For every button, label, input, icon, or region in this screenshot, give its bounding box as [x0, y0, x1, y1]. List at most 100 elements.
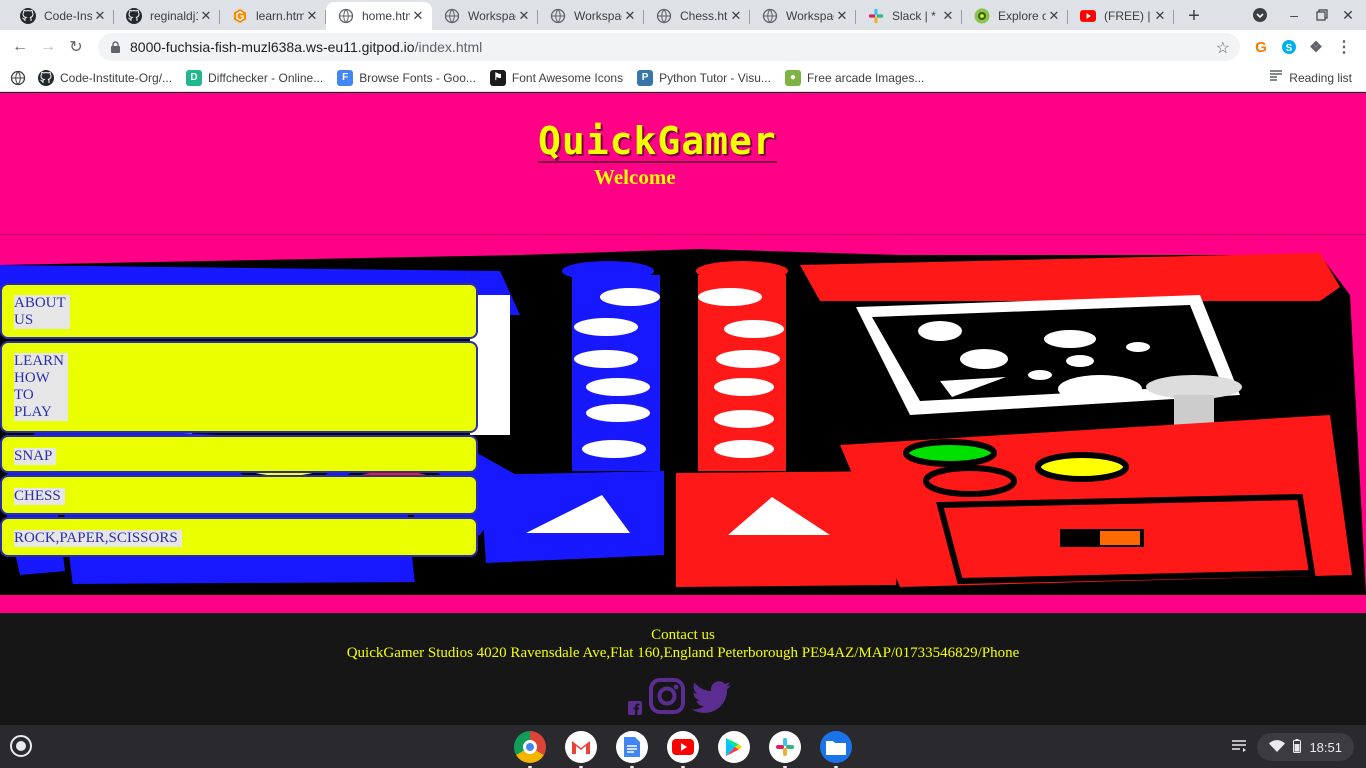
address-bar[interactable]: 8000-fuchsia-fish-muzl638a.ws-eu11.gitpo…	[98, 33, 1240, 61]
skype-extension-icon[interactable]: S	[1279, 37, 1299, 57]
back-icon[interactable]: ←	[6, 33, 34, 61]
launcher-icon[interactable]	[10, 735, 32, 757]
facebook-icon[interactable]	[628, 701, 642, 720]
chrome-icon[interactable]	[514, 731, 546, 768]
browser-tab[interactable]: Workspac ✕	[750, 2, 856, 30]
slack-icon	[868, 8, 884, 24]
nav-item[interactable]: CHESS	[0, 475, 478, 515]
tab-title: Workspac	[574, 9, 622, 23]
tab-close-icon[interactable]: ✕	[940, 8, 956, 24]
new-tab-button[interactable]: +	[1180, 2, 1208, 30]
tab-close-icon[interactable]: ✕	[728, 8, 744, 24]
bookmark-item[interactable]: P Python Tutor - Visu...	[637, 69, 771, 86]
url-path: /index.html	[414, 39, 483, 55]
nav-item[interactable]: SNAP	[0, 435, 478, 473]
phone-hub-icon[interactable]	[1231, 739, 1247, 756]
browser-tab[interactable]: (FREE) | *F✕	[1068, 2, 1174, 30]
nav-item[interactable]: ROCK,PAPER,SCISSORS	[0, 517, 478, 557]
nav-label: SNAP	[14, 448, 57, 465]
tab-close-icon[interactable]: ✕	[516, 8, 532, 24]
browser-tab[interactable]: reginaldj1 ✕	[114, 2, 220, 30]
nav-label-line: ROCK,PAPER,SCISSORS	[14, 530, 178, 547]
arcade-hero-image: ABOUT US LEARN HOW TO PLAY SNAP CHESS ROCK,PAPER…	[0, 235, 1366, 597]
restore-icon[interactable]	[1312, 4, 1332, 26]
slack-icon[interactable]	[769, 731, 801, 768]
bookmark-star-icon[interactable]: ☆	[1216, 38, 1230, 58]
globe-icon	[338, 8, 354, 24]
browser-tab[interactable]: Chess.htm✕	[644, 2, 750, 30]
tab-close-icon[interactable]: ✕	[198, 8, 214, 24]
tab-close-icon[interactable]: ✕	[304, 8, 320, 24]
browser-tab[interactable]: home.htm✕	[326, 2, 432, 30]
more-menu-icon[interactable]: ⋮	[1334, 37, 1354, 57]
battery-icon	[1293, 738, 1302, 756]
instagram-icon[interactable]	[648, 677, 686, 720]
tab-strip: Code-Insti✕reginaldj1✕learn.html✕home.ht…	[0, 0, 1366, 30]
minimize-icon[interactable]: –	[1284, 4, 1304, 26]
tab-close-icon[interactable]: ✕	[1152, 8, 1168, 24]
tab-close-icon[interactable]: ✕	[92, 8, 108, 24]
nav-item[interactable]: ABOUT US	[0, 283, 478, 339]
contact-title: Contact us	[651, 627, 715, 643]
forward-icon[interactable]: →	[34, 33, 62, 61]
bookmark-item[interactable]: D Diffchecker - Online...	[186, 69, 324, 86]
bookmarks-bar: Code-Institute-Org/... D Diffchecker - Onl…	[0, 64, 1366, 92]
site-footer: Contact us QuickGamer Studios 4020 Raven…	[0, 613, 1366, 725]
bookmark-list: Code-Institute-Org/... D Diffchecker - Onl…	[38, 69, 938, 86]
files-icon[interactable]	[820, 731, 852, 768]
youtube-icon[interactable]	[667, 731, 699, 768]
tab-close-icon[interactable]: ✕	[622, 8, 638, 24]
tab-search-icon[interactable]	[1250, 4, 1270, 26]
bookmark-item[interactable]: ⚑ Font Awesome Icons	[489, 69, 623, 86]
quick-settings[interactable]: 18:51	[1257, 733, 1354, 761]
docs-icon[interactable]	[616, 731, 648, 768]
nav-item[interactable]: LEARN HOW TO PLAY	[0, 341, 478, 433]
globe-icon	[656, 8, 672, 24]
reload-icon[interactable]: ↻	[62, 33, 90, 61]
main-navigation: ABOUT US LEARN HOW TO PLAY SNAP CHESS ROCK,PAPER…	[0, 283, 478, 559]
url-host: 8000-fuchsia-fish-muzl638a.ws-eu11.gitpo…	[130, 39, 415, 55]
nav-label: LEARN HOW TO PLAY	[14, 353, 68, 421]
bookmark-item[interactable]: Code-Institute-Org/...	[38, 69, 173, 86]
apps-shortcut-icon[interactable]	[10, 70, 26, 86]
tab-close-icon[interactable]: ✕	[834, 8, 850, 24]
tab-title: reginaldj1	[150, 9, 198, 23]
browser-tab[interactable]: Slack | * M✕	[856, 2, 962, 30]
welcome-heading: Welcome	[594, 165, 676, 189]
youtube-icon	[1080, 8, 1096, 24]
font-awesome-icon: ⚑	[489, 69, 506, 86]
browser-tab[interactable]: Workspac ✕	[538, 2, 644, 30]
browser-tab[interactable]: Workspac ✕	[432, 2, 538, 30]
browser-tab[interactable]: Code-Insti✕	[8, 2, 114, 30]
reading-list-label: Reading list	[1289, 70, 1352, 85]
nav-label-line: TO	[14, 387, 64, 404]
tab-title: (FREE) | *F	[1104, 9, 1152, 23]
extensions-puzzle-icon[interactable]: ❖	[1306, 37, 1326, 57]
social-links	[628, 677, 732, 720]
gmail-icon[interactable]	[565, 731, 597, 768]
shelf-apps	[514, 731, 852, 768]
nav-label-line: US	[14, 312, 66, 329]
bookmark-label: Code-Institute-Org/...	[60, 70, 173, 85]
browser-tab[interactable]: Explore or✕	[962, 2, 1068, 30]
tab-close-icon[interactable]: ✕	[1046, 8, 1062, 24]
browser-toolbar: ← → ↻ 8000-fuchsia-fish-muzl638a.ws-eu11…	[0, 30, 1366, 64]
bookmark-item[interactable]: F Browse Fonts - Goo...	[337, 69, 476, 86]
twitter-icon[interactable]	[691, 681, 732, 720]
tab-title: home.htm	[362, 9, 410, 23]
tab-close-icon[interactable]: ✕	[410, 8, 426, 24]
grammarly-extension-icon[interactable]: G	[1251, 37, 1271, 57]
site-title: QuickGamer	[538, 119, 777, 163]
play-store-icon[interactable]	[718, 731, 750, 763]
google-fonts-icon: F	[337, 69, 354, 86]
close-window-icon[interactable]: ✕	[1338, 4, 1358, 26]
browser-tab[interactable]: learn.html ✕	[220, 2, 326, 30]
nav-label: ABOUT US	[14, 295, 70, 329]
wifi-icon	[1269, 739, 1286, 755]
bookmark-label: Diffchecker - Online...	[208, 70, 324, 85]
reading-list-button[interactable]: Reading list	[1269, 70, 1352, 85]
lock-icon[interactable]	[108, 40, 122, 54]
tab-title: Chess.htm	[680, 9, 728, 23]
nav-label-line: CHESS	[14, 488, 61, 505]
bookmark-item[interactable]: ● Free arcade Images...	[784, 69, 924, 86]
